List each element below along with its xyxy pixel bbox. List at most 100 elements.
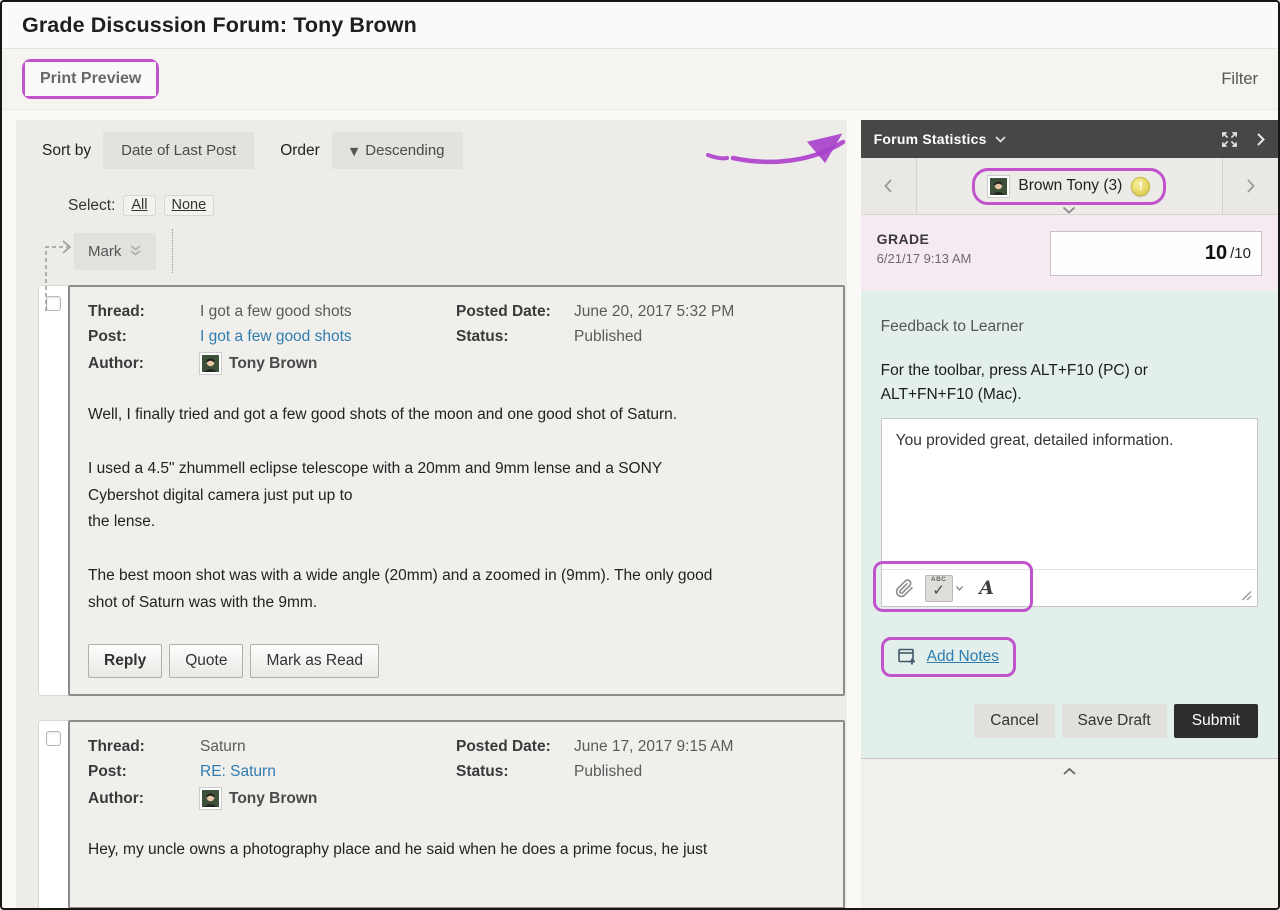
- action-bar: Print Preview Filter: [2, 48, 1278, 110]
- status-label: Status:: [456, 328, 574, 346]
- post-row-1: Thread: I got a few good shots Posted Da…: [38, 285, 845, 696]
- thread-list-container: Sort by Date of Last Post Order ▼ Descend…: [16, 120, 847, 908]
- chevron-left-icon: [883, 178, 893, 194]
- post-actions: Reply Quote Mark as Read: [88, 644, 825, 678]
- post-paragraph: The best moon shot was with a wide angle…: [88, 563, 825, 616]
- chevron-down-icon: [995, 136, 1006, 143]
- student-name: Brown Tony (3): [1018, 177, 1122, 195]
- grade-date: 6/21/17 9:13 AM: [877, 251, 972, 266]
- filter-button[interactable]: Filter: [1221, 70, 1258, 89]
- quote-button[interactable]: Quote: [169, 644, 243, 678]
- spellcheck-icon: ABC ✓: [931, 577, 947, 598]
- resize-handle[interactable]: [1239, 588, 1252, 601]
- panel-collapse-strip: [861, 758, 1278, 787]
- attach-file-button[interactable]: [891, 575, 919, 602]
- post-meta: Thread: I got a few good shots Posted Da…: [88, 303, 825, 374]
- status-label: Status:: [456, 763, 574, 781]
- thread-label: Thread:: [88, 303, 200, 321]
- feedback-label: Feedback to Learner: [881, 318, 1258, 336]
- status-value: Published: [574, 328, 825, 346]
- feedback-textarea[interactable]: You provided great, detailed information…: [882, 419, 1257, 569]
- add-notes-highlight-ring: Add Notes: [881, 637, 1016, 677]
- post-paragraph: Hey, my uncle owns a photography place a…: [88, 837, 825, 863]
- post-row-2: Thread: Saturn Posted Date: June 17, 201…: [38, 720, 845, 908]
- post-link[interactable]: I got a few good shots: [200, 328, 456, 346]
- apply-selection-arrow-icon: [40, 237, 80, 315]
- editor-toolbar: ABC ✓ A: [882, 569, 1257, 606]
- cancel-button[interactable]: Cancel: [974, 704, 1054, 738]
- author-cell: Tony Brown: [200, 353, 456, 374]
- grade-discussion-forum-page: Grade Discussion Forum: Tony Brown Print…: [0, 0, 1280, 910]
- chevron-right-icon: [1256, 132, 1265, 147]
- thread-label: Thread:: [88, 738, 200, 756]
- select-all-link[interactable]: All: [123, 195, 155, 216]
- feedback-editor: You provided great, detailed information…: [881, 418, 1258, 607]
- main-content: Sort by Date of Last Post Order ▼ Descend…: [2, 110, 1278, 908]
- post-card: Thread: I got a few good shots Posted Da…: [68, 285, 845, 696]
- grade-info: GRADE 6/21/17 9:13 AM: [877, 231, 972, 266]
- mark-as-read-button[interactable]: Mark as Read: [250, 644, 378, 678]
- expand-panel-button[interactable]: [1221, 131, 1238, 148]
- posted-date-label: Posted Date:: [456, 303, 574, 321]
- chevron-right-icon: [1246, 178, 1256, 194]
- forum-statistics-title[interactable]: Forum Statistics: [874, 131, 987, 147]
- posted-date-value: June 20, 2017 5:32 PM: [574, 303, 825, 321]
- chevron-down-icon[interactable]: [1062, 206, 1076, 214]
- post-body: Well, I finally tried and got a few good…: [88, 402, 825, 616]
- mark-dropdown-button[interactable]: Mark: [74, 233, 156, 270]
- submit-button[interactable]: Submit: [1174, 704, 1258, 738]
- toolbar-hint: For the toolbar, press ALT+F10 (PC) or A…: [881, 359, 1216, 407]
- post-card: Thread: Saturn Posted Date: June 17, 201…: [68, 720, 845, 908]
- author-cell: Tony Brown: [200, 788, 456, 809]
- add-notes-row: Add Notes: [881, 637, 1258, 677]
- chevron-down-icon: [956, 586, 963, 591]
- order-dropdown[interactable]: ▼ Descending: [332, 132, 463, 169]
- post-label: Post:: [88, 328, 200, 346]
- grade-input[interactable]: [1157, 242, 1227, 265]
- page-title: Grade Discussion Forum: Tony Brown: [22, 13, 417, 38]
- author-label: Author:: [88, 355, 200, 373]
- reply-button[interactable]: Reply: [88, 644, 162, 678]
- divider: [172, 229, 173, 273]
- post-link[interactable]: RE: Saturn: [200, 763, 456, 781]
- select-controls: Select: All None: [68, 195, 845, 216]
- sort-by-label: Sort by: [42, 142, 91, 160]
- next-student-button[interactable]: [1222, 158, 1278, 214]
- thread-list-column: Sort by Date of Last Post Order ▼ Descend…: [2, 110, 847, 908]
- forum-statistics-header: Forum Statistics: [861, 120, 1278, 158]
- current-student: Brown Tony (3) !: [917, 158, 1222, 214]
- avatar: [200, 353, 221, 374]
- print-preview-button[interactable]: Print Preview: [25, 62, 156, 96]
- grade-input-box: /10: [1050, 231, 1262, 276]
- add-notes-link[interactable]: Add Notes: [927, 648, 999, 666]
- author-name: Tony Brown: [229, 355, 317, 373]
- avatar: [200, 788, 221, 809]
- post-select-checkbox[interactable]: [46, 731, 61, 746]
- sort-by-dropdown[interactable]: Date of Last Post: [103, 132, 254, 169]
- status-value: Published: [574, 763, 825, 781]
- checkbox-column: [38, 720, 68, 908]
- grade-out-of: /10: [1230, 245, 1251, 262]
- grade-label: GRADE: [877, 231, 972, 247]
- collapse-panel-button[interactable]: [1256, 132, 1265, 147]
- expand-icon: [1221, 131, 1238, 148]
- sort-controls: Sort by Date of Last Post Order ▼ Descend…: [42, 132, 845, 169]
- title-bar: Grade Discussion Forum: Tony Brown: [2, 2, 1278, 48]
- spellcheck-dropdown-button[interactable]: [953, 575, 966, 602]
- grading-buttons: Cancel Save Draft Submit: [881, 704, 1258, 738]
- add-notes-icon: [898, 648, 917, 666]
- chevron-up-icon[interactable]: [1062, 767, 1077, 776]
- paperclip-icon: [895, 579, 914, 598]
- save-draft-button[interactable]: Save Draft: [1062, 704, 1167, 738]
- order-value: Descending: [365, 142, 444, 159]
- previous-student-button[interactable]: [861, 158, 917, 214]
- thread-value: I got a few good shots: [200, 303, 456, 321]
- student-highlight-ring[interactable]: Brown Tony (3) !: [972, 168, 1166, 205]
- text-style-button[interactable]: A: [973, 575, 1001, 602]
- print-preview-highlight-ring: Print Preview: [22, 59, 159, 99]
- descending-triangle-icon: ▼: [350, 145, 358, 158]
- spellcheck-button[interactable]: ABC ✓: [925, 575, 953, 602]
- posted-date-label: Posted Date:: [456, 738, 574, 756]
- order-label: Order: [280, 142, 320, 160]
- select-none-link[interactable]: None: [164, 195, 215, 216]
